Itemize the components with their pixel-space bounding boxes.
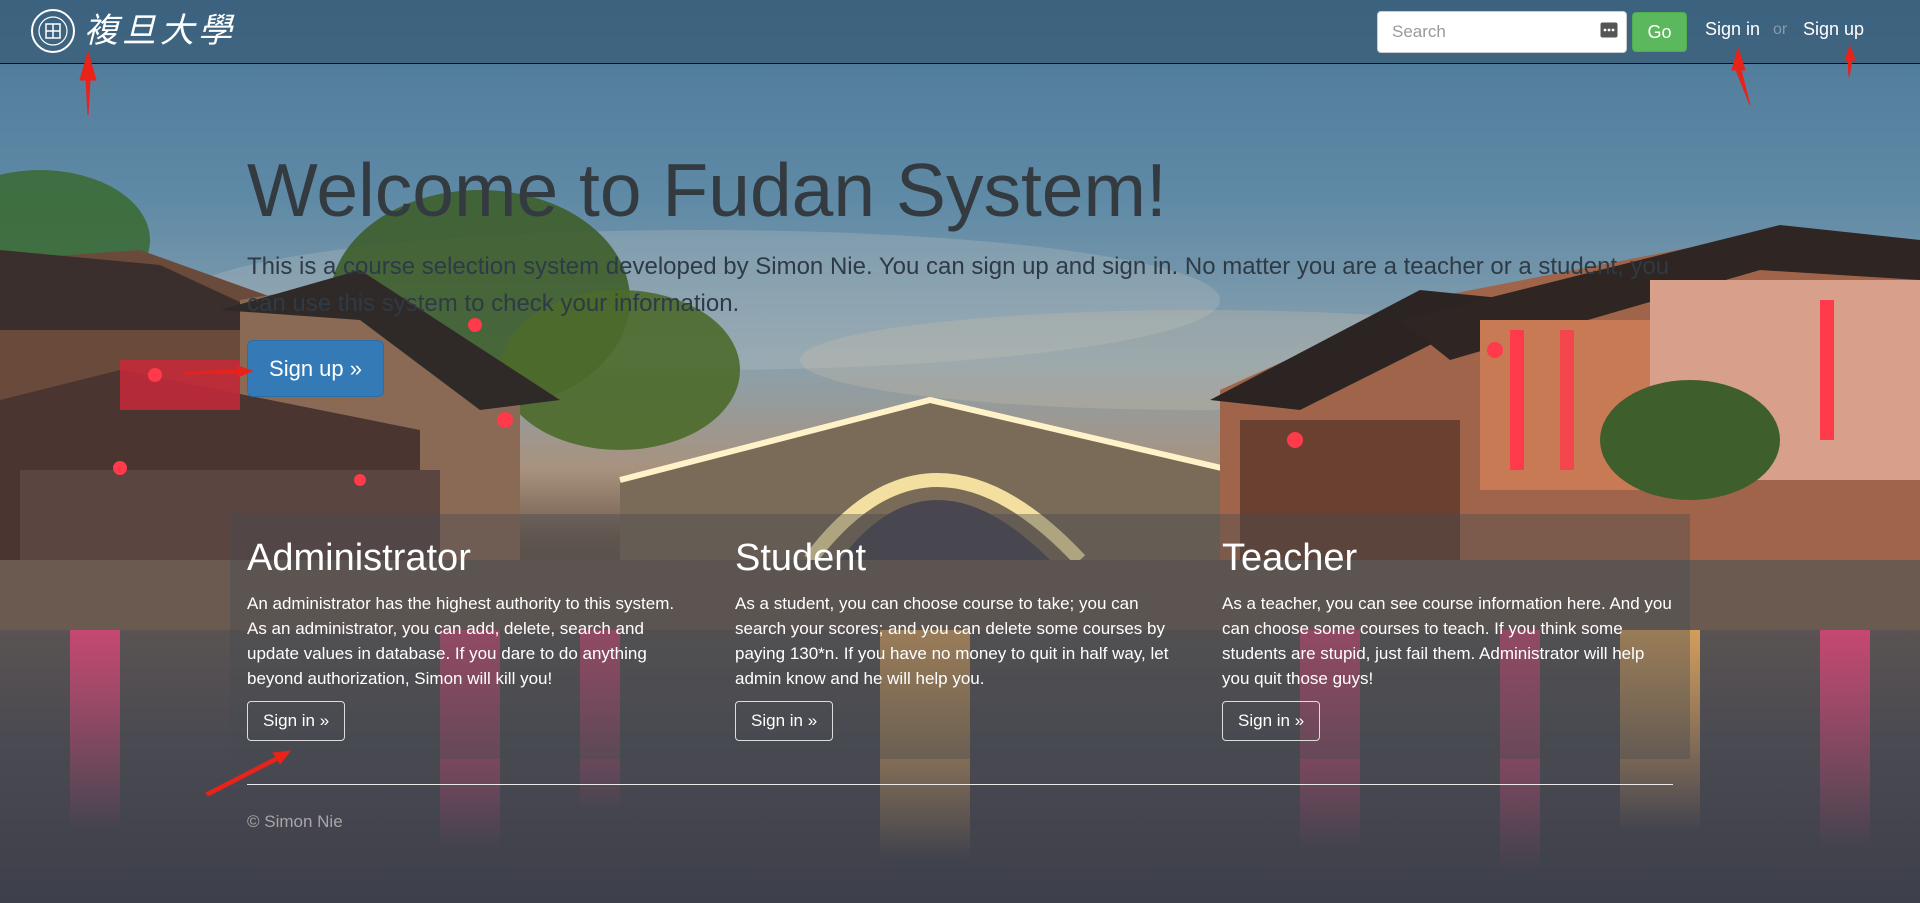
footer-copyright: © Simon Nie	[247, 812, 343, 831]
feature-text: As a student, you can choose course to t…	[735, 594, 1169, 688]
top-navbar: 複旦大學 Go Sign in or Sign up	[0, 0, 1920, 64]
feature-title: Student	[735, 537, 866, 579]
page-title: Welcome to Fudan System!	[247, 148, 1167, 232]
feature-student: Student As a student, you can choose cou…	[735, 533, 1185, 741]
brand-logo[interactable]: 複旦大學	[30, 7, 236, 55]
search-box	[1377, 11, 1627, 53]
brand-logo-text: 複旦大學	[84, 11, 236, 51]
student-sign-in-button[interactable]: Sign in »	[735, 701, 834, 741]
feature-text: An administrator has the highest authori…	[247, 594, 675, 688]
feature-teacher: Teacher As a teacher, you can see course…	[1222, 533, 1672, 741]
search-go-button[interactable]: Go	[1632, 12, 1687, 52]
sign-up-button[interactable]: Sign up »	[247, 340, 384, 397]
password-manager-icon[interactable]	[1600, 22, 1618, 38]
feature-title: Teacher	[1222, 537, 1358, 579]
university-seal-icon	[31, 9, 75, 53]
nav-sign-in-link[interactable]: Sign in	[1705, 19, 1760, 40]
feature-text: As a teacher, you can see course informa…	[1222, 594, 1672, 688]
footer-divider	[247, 784, 1673, 785]
background-canal-scene	[0, 0, 1920, 903]
nav-sign-up-link[interactable]: Sign up	[1803, 19, 1864, 40]
feature-administrator: Administrator An administrator has the h…	[247, 533, 697, 741]
page-intro-text: This is a course selection system develo…	[247, 253, 1670, 317]
teacher-sign-in-button[interactable]: Sign in »	[1222, 701, 1321, 741]
feature-title: Administrator	[247, 537, 471, 579]
administrator-sign-in-button[interactable]: Sign in »	[247, 701, 346, 741]
nav-or-separator: or	[1773, 21, 1788, 38]
search-input[interactable]	[1378, 12, 1592, 52]
